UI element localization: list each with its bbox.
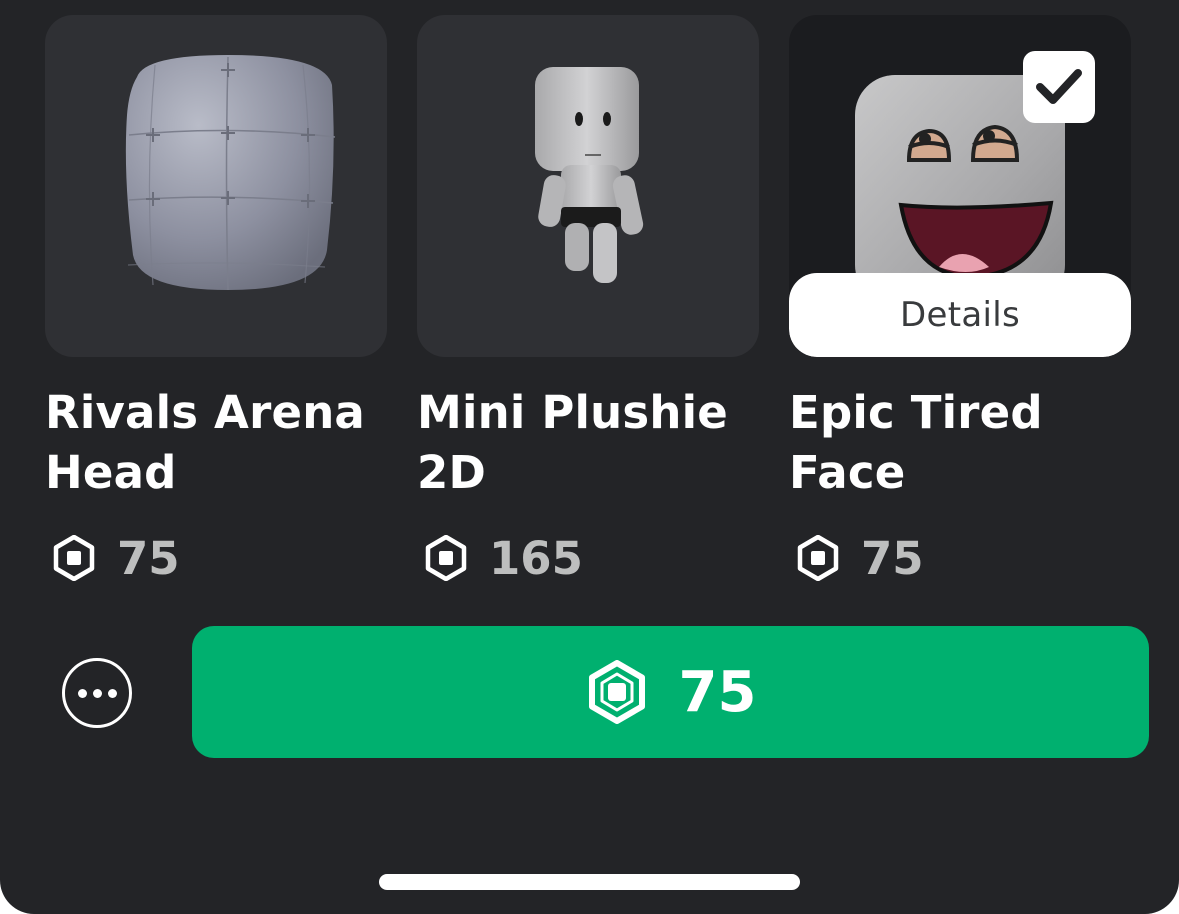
item-price-value: 75 [861, 531, 924, 585]
item-card-mini-plushie-2d[interactable]: Mini Plushie 2D 165 [417, 15, 759, 585]
item-thumbnail[interactable] [417, 15, 759, 357]
item-name[interactable]: Epic Tired Face [789, 383, 1131, 503]
details-button[interactable]: Details [789, 273, 1131, 357]
buy-button-price: 75 [678, 659, 757, 725]
item-name[interactable]: Mini Plushie 2D [417, 383, 759, 503]
buy-button[interactable]: 75 [192, 626, 1149, 758]
item-price: 75 [789, 531, 1131, 585]
gray-head-mesh-icon [125, 55, 336, 291]
mini-plushie-avatar-icon [535, 67, 644, 283]
selected-checkbox[interactable] [1023, 51, 1095, 123]
item-price-value: 75 [117, 531, 180, 585]
more-options-icon-dot [107, 688, 117, 698]
item-card-epic-tired-face[interactable]: Details Epic Tired Face 75 [789, 15, 1131, 585]
more-options-icon [77, 688, 87, 698]
home-indicator[interactable] [379, 874, 800, 890]
robux-icon [797, 535, 839, 581]
item-thumbnail[interactable] [45, 15, 387, 357]
item-name[interactable]: Rivals Arena Head [45, 383, 387, 503]
robux-icon [588, 660, 645, 724]
more-options-icon-dot [92, 688, 102, 698]
robux-icon [425, 535, 467, 581]
bundle-purchase-sheet: Rivals Arena Head 75 Mini Plushie 2D 165… [0, 0, 1179, 914]
item-thumbnail[interactable]: Details [789, 15, 1131, 357]
item-card-rivals-arena-head[interactable]: Rivals Arena Head 75 [45, 15, 387, 585]
robux-icon [53, 535, 95, 581]
more-options-button[interactable] [62, 658, 132, 728]
item-price: 165 [417, 531, 759, 585]
item-price-value: 165 [489, 531, 583, 585]
item-price: 75 [45, 531, 387, 585]
checkmark-icon [1036, 69, 1082, 104]
